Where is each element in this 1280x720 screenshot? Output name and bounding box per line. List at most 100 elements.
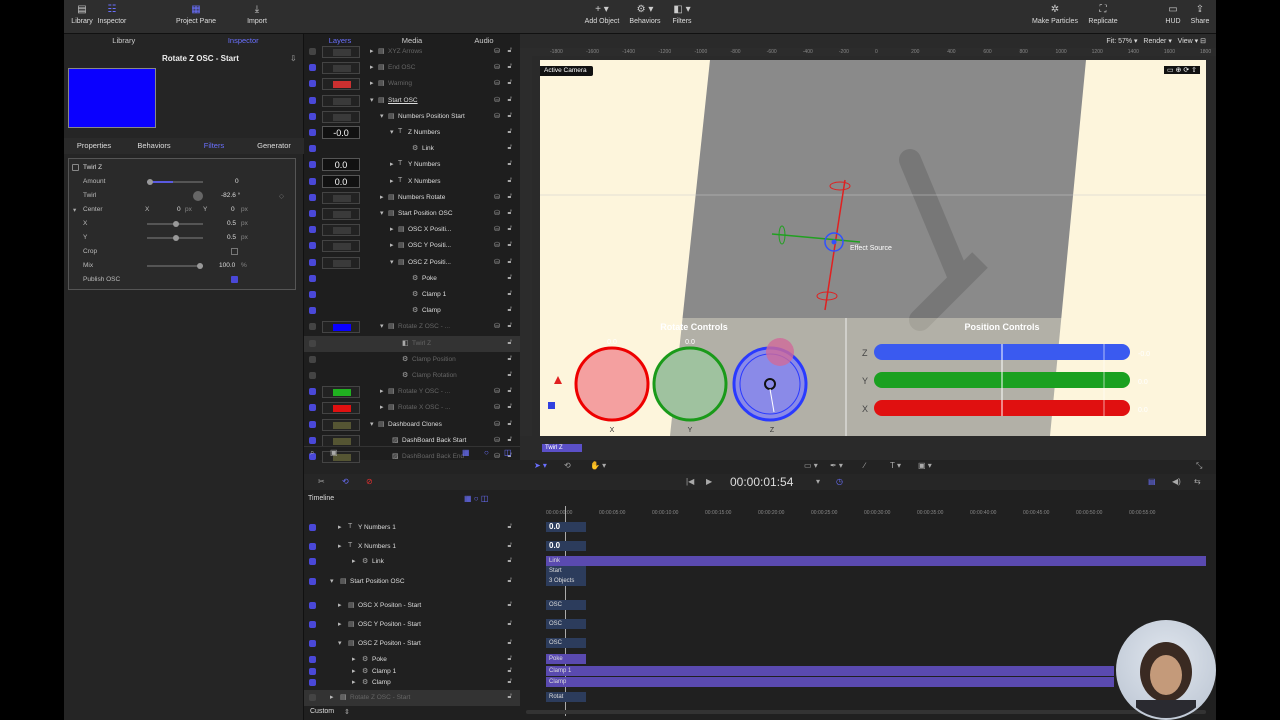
fit-zoom-menu[interactable]: Fit: 57% [1106,38,1132,45]
layer-visibility-checkbox[interactable] [309,436,316,444]
lock-icon[interactable]: 🔓︎ [507,403,512,411]
expand-icon[interactable]: ⤡ [1196,461,1202,471]
layer-visibility-checkbox[interactable] [309,291,316,298]
timeline-clip-bar[interactable]: Poke [546,654,586,664]
timeline-ruler[interactable]: 00:00:00:00 00:00:05:00 00:00:10:00 00:00:1… [544,508,1216,518]
twirl-dial[interactable] [193,191,203,201]
layer-row[interactable]: ▾ ▤ Numbers Position Start ⛁ 🔓︎ [304,109,520,125]
render-menu[interactable]: Render [1143,38,1166,45]
canvas-tool-icons[interactable]: ▭ ⊕ ⟳ ⇧ [1163,66,1200,74]
lock-icon[interactable]: 🔓︎ [507,96,512,104]
select-tool-icon[interactable]: ➤ ▾ [534,461,547,470]
twirl-tag[interactable]: Twirl Z [542,444,582,452]
lock-icon[interactable]: 🔓︎ [507,160,512,168]
lock-icon[interactable]: 🔓︎ [507,436,512,444]
disclosure-triangle-icon[interactable]: ▾ [390,128,394,136]
import-button[interactable]: ⤓ Import [242,4,272,25]
share-button[interactable]: ⇪ Share [1188,4,1212,25]
timeline-clip-bar[interactable]: Link [546,556,1206,566]
filter-enable-checkbox[interactable] [72,164,79,171]
layer-visibility-checkbox[interactable] [309,226,316,234]
disclosure-triangle-icon[interactable]: ▸ [380,193,384,201]
layer-row[interactable]: ⚙ Clamp Rotation 🔓︎ [304,368,520,384]
lock-icon[interactable]: 🔓︎ [507,523,512,531]
timeline-toggle-icon[interactable]: ▤ [1148,477,1156,486]
track-enable-checkbox[interactable] [309,694,316,701]
tab-filters[interactable]: Filters [184,138,244,154]
tab-generator[interactable]: Generator [244,138,304,154]
layer-options-icon[interactable]: ⛁ [494,63,500,71]
layer-visibility-checkbox[interactable] [309,355,316,363]
lock-icon[interactable]: 🔓︎ [507,639,512,647]
canvas-stage[interactable]: Effect Source Rotate Controls Position C… [540,60,1206,436]
layer-options-icon[interactable]: ⛁ [494,420,500,428]
disclosure-triangle-icon[interactable]: ▸ [370,47,374,55]
layer-visibility-checkbox[interactable] [309,210,316,217]
layer-visibility-checkbox[interactable] [309,145,316,153]
lock-icon[interactable]: 🔓︎ [507,387,512,395]
disclosure-triangle-icon[interactable]: ▾ [390,258,394,266]
lock-icon[interactable]: 🔓︎ [507,306,512,314]
disclosure-triangle-icon[interactable]: ▾ [380,112,384,120]
timeline-clip-bar[interactable]: Rotat [546,692,586,702]
disclosure-triangle-icon[interactable]: ▾ [370,420,374,428]
disclosure-triangle-icon[interactable]: ▸ [330,693,334,701]
track-enable-checkbox[interactable] [309,543,316,550]
layer-row[interactable]: ▸ ▤ Warning ⛁ 🔓︎ [304,76,520,92]
lock-icon[interactable]: 🔓︎ [507,371,512,379]
timeline-clip-bar[interactable]: 3 Objects [546,576,586,586]
timeline-track-row[interactable]: ▸ T X Numbers 1 🔓︎ [304,539,520,555]
layer-options-icon[interactable]: ⛁ [494,79,500,87]
layer-visibility-checkbox[interactable] [309,323,316,331]
disclosure-triangle-icon[interactable]: ▸ [338,523,342,531]
layer-options-icon[interactable]: ⛁ [494,403,500,411]
track-enable-checkbox[interactable] [309,640,316,647]
track-enable-checkbox[interactable] [309,602,316,609]
amount-slider[interactable] [147,179,203,185]
mask-tool-icon[interactable]: ▣ ▾ [918,461,932,470]
disclosure-triangle-icon[interactable]: ▸ [370,79,374,87]
timeline-clip-bar[interactable]: OSC [546,619,586,629]
layer-row[interactable]: ⚙ Clamp 1 🔓︎ [304,287,520,303]
lock-icon[interactable]: 🔓︎ [507,128,512,136]
layer-row[interactable]: ⚙ Link 🔓︎ [304,141,520,157]
text-tool-icon[interactable]: T ▾ [890,461,901,470]
active-camera-menu[interactable]: Active Camera [540,66,593,76]
lock-icon[interactable]: 🔓︎ [507,322,512,330]
behaviors-button[interactable]: ⚙ ▾ Behaviors [628,4,662,25]
fullscreen-icon[interactable]: ⇆ [1194,477,1201,486]
track-enable-checkbox[interactable] [309,656,316,663]
lock-icon[interactable]: 🔓︎ [507,225,512,233]
lock-icon[interactable]: 🔓︎ [507,620,512,628]
custom-menu[interactable]: Custom [310,708,334,715]
layer-options-icon[interactable]: ⛁ [494,241,500,249]
layer-visibility-checkbox[interactable] [309,420,316,428]
pan-tool-icon[interactable]: ✋ ▾ [590,461,606,470]
layer-row[interactable]: ▾ ▤ Rotate Z OSC - ... ⛁ 🔓︎ [304,319,520,335]
lock-icon[interactable]: 🔓︎ [507,557,512,565]
timeline-track-row[interactable]: ▸ ⚙ Clamp 🔓︎ [304,675,520,691]
play-icon[interactable]: ▶ [706,477,712,486]
timeline-track-row[interactable]: ▸ ▤ OSC X Positon - Start 🔓︎ [304,598,520,614]
layer-visibility-checkbox[interactable] [309,242,316,250]
timeline-track-row[interactable]: ▾ ▤ OSC Z Positon - Start 🔓︎ [304,636,520,652]
disclosure-triangle-icon[interactable]: ▾ [380,322,384,330]
lock-icon[interactable]: 🔓︎ [507,542,512,550]
lock-icon[interactable]: 🔓︎ [507,693,512,701]
timeline-clip-bar[interactable]: Clamp [546,677,1114,687]
layer-options-icon[interactable]: ⛁ [494,225,500,233]
lock-icon[interactable]: 🔓︎ [507,79,512,87]
lock-icon[interactable]: 🔓︎ [507,193,512,201]
lock-icon[interactable]: 🔓︎ [507,209,512,217]
lock-icon[interactable]: 🔓︎ [507,577,512,585]
layer-row[interactable]: ◧ Twirl Z 🔓︎ [304,335,520,352]
lock-icon[interactable]: 🔓︎ [507,290,512,298]
timeline-clip-bar[interactable]: 0.0 [546,541,586,551]
view-menu[interactable]: View [1178,38,1193,45]
layer-options-icon[interactable]: ⛁ [494,193,500,201]
mix-slider[interactable] [147,263,203,269]
layer-visibility-checkbox[interactable] [309,193,316,201]
layer-row[interactable]: ▾ ▤ Start OSC ⛁ 🔓︎ [304,93,520,109]
library-button[interactable]: ▤ Library [70,4,94,25]
disclosure-triangle-icon[interactable]: ▸ [390,160,394,168]
